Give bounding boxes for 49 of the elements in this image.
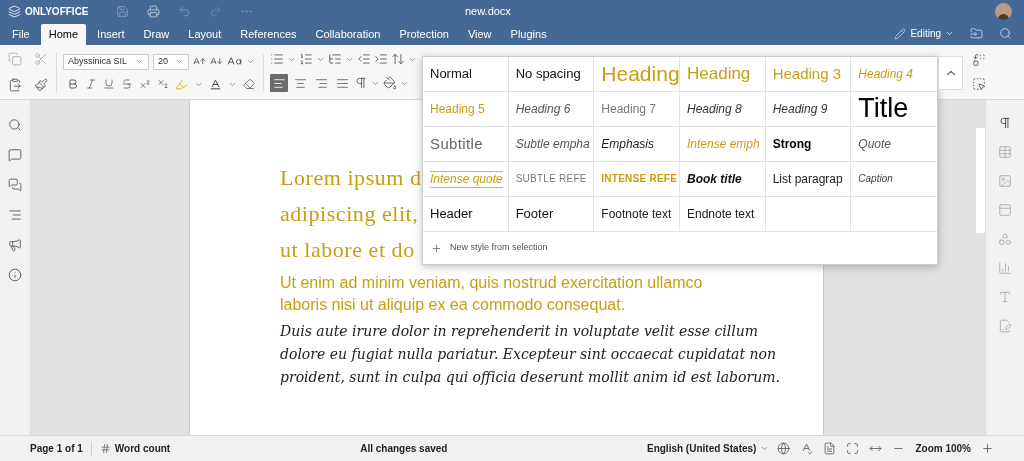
editing-mode-button[interactable]: Editing <box>894 26 954 41</box>
page-indicator: Page 1 of 1 <box>30 441 92 456</box>
style-item[interactable]: Title <box>858 92 909 126</box>
save-status: All changes saved <box>360 442 448 456</box>
document-text-line: Lorem ipsum d <box>280 164 422 192</box>
document-title: new.docx <box>465 3 511 19</box>
menu-tab[interactable]: Insert <box>89 24 133 45</box>
new-style-button[interactable]: New style from selection <box>423 232 556 264</box>
style-item[interactable]: Heading 6 <box>515 101 571 117</box>
menu-tab[interactable]: View <box>459 24 500 45</box>
style-item[interactable]: Caption <box>858 172 893 186</box>
style-item[interactable]: Subtitle <box>430 134 484 154</box>
menu-tab[interactable]: References <box>232 24 305 45</box>
menu-tab[interactable]: Protection <box>391 24 457 45</box>
menu-tab[interactable]: Collaboration <box>307 24 389 45</box>
menu-tab[interactable]: Home <box>40 24 87 45</box>
zoom-level: Zoom 100% <box>915 442 971 456</box>
language-button[interactable]: English (United States) <box>646 441 770 456</box>
style-item[interactable]: Heading 7 <box>601 101 657 117</box>
menu-tab[interactable]: Plugins <box>502 24 555 45</box>
style-item[interactable]: Emphasis <box>601 136 654 152</box>
style-item[interactable]: Strong <box>772 136 812 152</box>
word-count-button[interactable]: Word count <box>99 441 171 456</box>
document-text-line: proident, sunt in culpa qui officia deserunt mollit anim id est laborum. <box>280 368 780 387</box>
style-item[interactable]: Footer <box>515 205 554 223</box>
document-text-line: dolore eu fugiat nulla pariatur. Excepteur sint occaecat cupidatat non <box>280 345 776 364</box>
menu-tab[interactable]: Layout <box>180 24 230 45</box>
font-size-field[interactable]: 20 <box>153 53 189 70</box>
app-logo: ONLYOFFICE <box>25 4 89 19</box>
style-item[interactable]: Quote <box>858 136 892 152</box>
style-item[interactable]: Header <box>430 205 473 223</box>
style-item[interactable]: Heading 8 <box>687 101 742 117</box>
style-item[interactable]: Endnote text <box>687 206 755 222</box>
style-item[interactable]: Footnote text <box>601 206 672 222</box>
style-item[interactable]: Subtle empha <box>515 136 590 152</box>
document-text-line: Duis aute irure dolor in reprehenderit in voluptate velit esse cillum <box>280 322 759 341</box>
style-item[interactable]: SUBTLE REFE <box>515 172 587 186</box>
style-item[interactable]: Normal <box>430 65 472 83</box>
document-text-line: laboris nisi ut aliquip ex ea commodo consequat. <box>280 295 626 315</box>
style-item[interactable]: No spacing <box>515 65 581 83</box>
style-item[interactable]: Heading 9 <box>772 101 828 117</box>
menu-tab[interactable]: File <box>4 24 38 45</box>
document-text-line: adipiscing elit, <box>280 200 419 228</box>
style-item[interactable]: Book title <box>687 171 742 187</box>
font-name-field[interactable]: Abyssinica SIL <box>63 53 149 70</box>
document-text-line: Ut enim ad minim veniam, quis nostrud exercitation ullamco <box>280 273 703 293</box>
menu-tab[interactable]: Draw <box>135 24 178 45</box>
document-text-line: ut labore et do <box>280 236 415 264</box>
style-item[interactable]: List paragrap <box>772 171 843 187</box>
